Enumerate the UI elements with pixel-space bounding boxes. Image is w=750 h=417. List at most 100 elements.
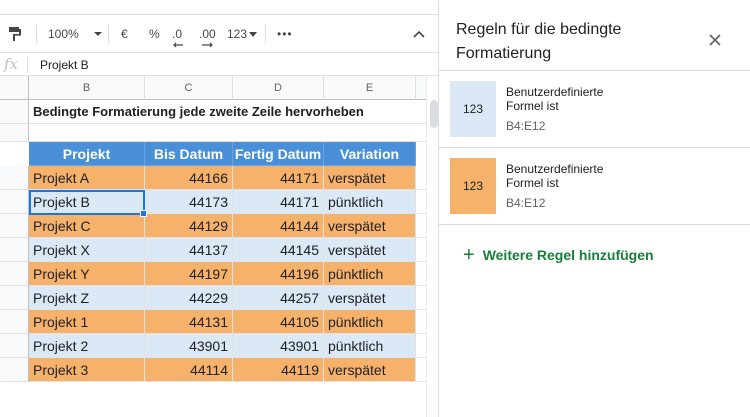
row-header[interactable] [0,334,29,358]
cell-projekt[interactable]: Projekt A [29,166,145,190]
zoom-select[interactable]: 100% [48,15,103,53]
row-header[interactable] [0,286,29,310]
cell-fertig-datum[interactable]: 44144 [233,214,324,238]
number-format-select[interactable]: 123 [227,15,258,53]
cell-fertig-datum[interactable]: 44171 [233,166,324,190]
plus-icon: + [463,244,475,266]
cell-variation[interactable]: pünktlich [324,190,416,214]
row-header[interactable] [0,124,29,142]
rule-swatch: 123 [450,81,496,137]
cell-bis-datum[interactable]: 44197 [145,262,233,286]
cell-projekt[interactable]: Projekt 3 [29,358,145,382]
toolbar: 100% € % .0 .00 123 ••• [0,14,438,52]
cell-f[interactable] [416,262,426,286]
more-icon: ••• [277,27,293,41]
cell-f[interactable] [416,358,426,382]
cell-f[interactable] [416,286,426,310]
rule-range: B4:E12 [506,196,546,210]
cell-bis-datum[interactable]: 44114 [145,358,233,382]
header-cell-fertig-datum[interactable]: Fertig Datum [233,142,324,166]
cell-bis-datum[interactable]: 44129 [145,214,233,238]
vertical-scrollbar[interactable] [426,76,438,417]
increase-decimals-button[interactable]: .00 [199,15,216,53]
cell-variation[interactable]: verspätet [324,358,416,382]
cell-f[interactable] [416,334,426,358]
column-header-c[interactable]: C [145,76,233,100]
close-panel-button[interactable] [705,30,725,50]
cell-bis-datum[interactable]: 44131 [145,310,233,334]
cell-projekt[interactable]: Projekt X [29,238,145,262]
column-header-e[interactable]: E [324,76,416,100]
row-header[interactable] [0,358,29,382]
more-options-button[interactable]: ••• [277,15,293,53]
cell-f[interactable] [416,190,426,214]
cell-f[interactable] [416,166,426,190]
zoom-value: 100% [48,27,79,41]
cell-bis-datum[interactable]: 43901 [145,334,233,358]
paint-format-button[interactable] [8,15,22,53]
cell-f[interactable] [416,310,426,334]
close-icon [709,34,721,46]
cell-variation[interactable]: verspätet [324,238,416,262]
row-header[interactable] [0,310,29,334]
cell-variation[interactable]: verspätet [324,286,416,310]
header-cell-projekt[interactable]: Projekt [29,142,145,166]
header-cell-bis-datum[interactable]: Bis Datum [145,142,233,166]
caret-down-icon [93,32,102,36]
cell-variation[interactable]: pünktlich [324,334,416,358]
cell-fertig-datum[interactable]: 44119 [233,358,324,382]
currency-format-button[interactable]: € [121,15,128,53]
fill-handle[interactable] [140,210,147,217]
rule-range: B4:E12 [506,119,546,133]
cell-bis-datum[interactable]: 44173 [145,190,233,214]
collapse-toolbar-button[interactable] [413,15,425,53]
select-all-corner[interactable] [0,76,29,100]
column-header-b[interactable]: B [29,76,145,100]
arrow-left-icon [173,42,183,48]
decrease-decimals-button[interactable]: .0 [172,15,183,53]
row-header[interactable] [0,190,29,214]
rule-condition: Benutzerdefinierte Formel ist [506,85,604,113]
cell-bis-datum[interactable]: 44137 [145,238,233,262]
paint-roller-icon [9,27,21,41]
cell-variation[interactable]: pünktlich [324,262,416,286]
cell-bis-datum[interactable]: 44166 [145,166,233,190]
rule-item-1[interactable]: 123 Benutzerdefinierte Formel ist B4:E12 [439,71,750,147]
cell-projekt[interactable]: Projekt 1 [29,310,145,334]
rule-item-2[interactable]: 123 Benutzerdefinierte Formel ist B4:E12 [439,148,750,224]
cell-fertig-datum[interactable]: 44196 [233,262,324,286]
row-header[interactable] [0,166,29,190]
cell-variation[interactable]: pünktlich [324,310,416,334]
cell-f[interactable] [416,238,426,262]
cell-fertig-datum[interactable]: 44171 [233,190,324,214]
empty-row[interactable] [29,124,426,142]
row-header[interactable] [0,238,29,262]
cell-projekt[interactable]: Projekt Y [29,262,145,286]
cell-fertig-datum[interactable]: 44257 [233,286,324,310]
sheet-title-cell[interactable]: Bedingte Formatierung jede zweite Zeile … [29,100,426,124]
formula-bar: fx Projekt B [0,52,438,76]
add-rule-button[interactable]: + Weitere Regel hinzufügen [463,244,654,266]
row-header[interactable] [0,262,29,286]
cell-f[interactable] [416,214,426,238]
cell-projekt[interactable]: Projekt B [29,190,145,214]
formula-input[interactable]: Projekt B [40,58,89,72]
cell-projekt[interactable]: Projekt 2 [29,334,145,358]
cell-fertig-datum[interactable]: 43901 [233,334,324,358]
rule-condition: Benutzerdefinierte Formel ist [506,162,604,190]
cell-fertig-datum[interactable]: 44105 [233,310,324,334]
row-header[interactable] [0,100,29,124]
conditional-format-panel: Regeln für die bedingte Formatierung 123… [438,0,750,417]
column-header-d[interactable]: D [233,76,324,100]
row-header[interactable] [0,214,29,238]
cell-bis-datum[interactable]: 44229 [145,286,233,310]
cell-variation[interactable]: verspätet [324,214,416,238]
cell-variation[interactable]: verspätet [324,166,416,190]
percent-format-button[interactable]: % [149,15,160,53]
header-cell-variation[interactable]: Variation [324,142,416,166]
cell-projekt[interactable]: Projekt C [29,214,145,238]
scrollbar-thumb[interactable] [430,100,438,128]
column-header-f[interactable] [416,76,426,100]
cell-fertig-datum[interactable]: 44145 [233,238,324,262]
cell-projekt[interactable]: Projekt Z [29,286,145,310]
